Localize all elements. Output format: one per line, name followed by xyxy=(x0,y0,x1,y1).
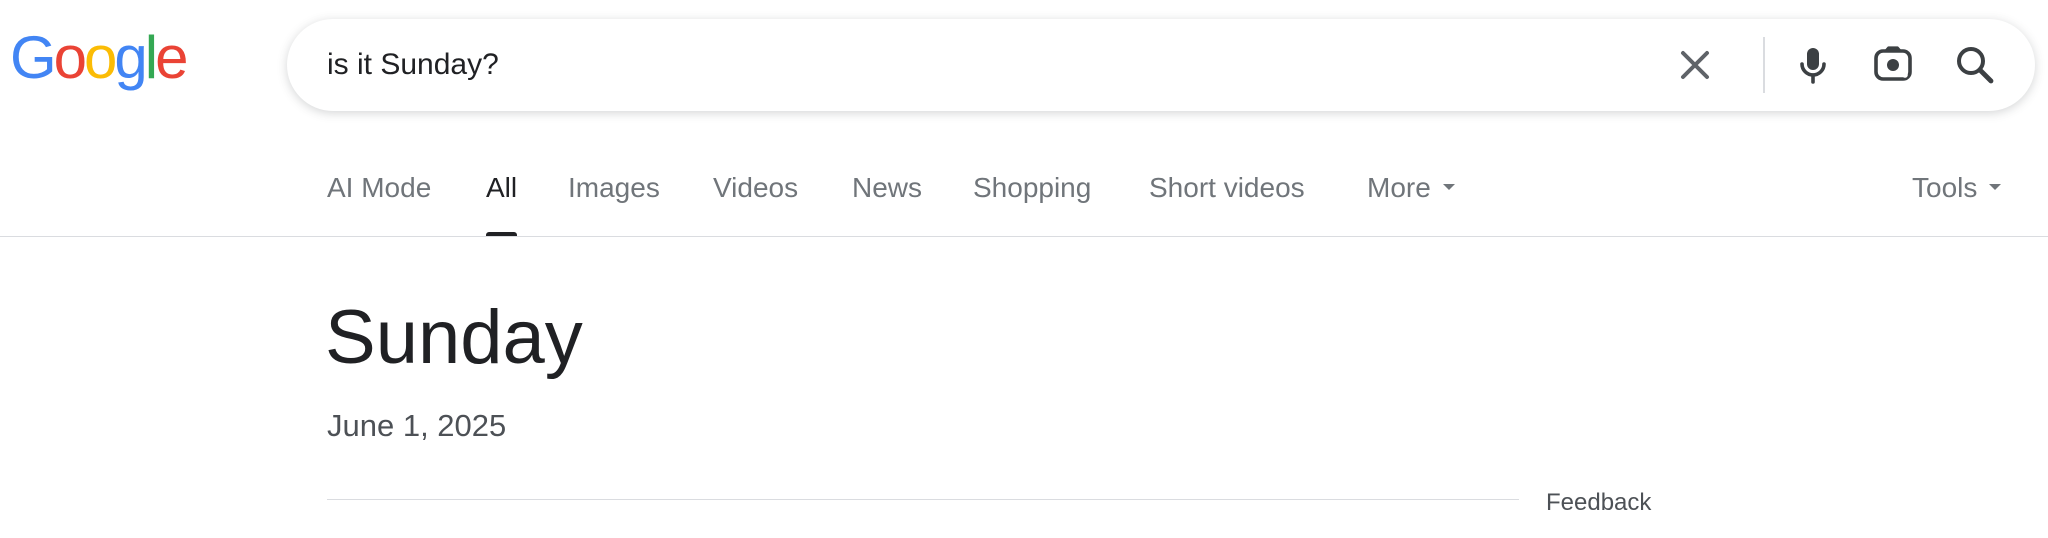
tab-label: More xyxy=(1367,172,1431,203)
answer-title: Sunday xyxy=(325,295,583,380)
tab-more[interactable]: More xyxy=(1367,172,1455,237)
logo-letter: e xyxy=(155,24,188,91)
feedback-link[interactable]: Feedback xyxy=(1546,489,1651,517)
header: Google xyxy=(0,0,2048,120)
search-tabs: AI Mode All Images Videos News Shopping … xyxy=(0,120,2048,237)
camera-lens-icon[interactable] xyxy=(1869,41,1917,89)
tab-news[interactable]: News xyxy=(852,172,922,237)
result-divider xyxy=(327,499,1519,500)
logo-letter: g xyxy=(114,24,147,91)
tools-label: Tools xyxy=(1912,172,1978,203)
answer-date: June 1, 2025 xyxy=(327,408,507,443)
tab-videos[interactable]: Videos xyxy=(713,172,798,237)
tab-label: Videos xyxy=(713,172,799,203)
tab-label: AI Mode xyxy=(327,172,432,203)
logo-letter: o xyxy=(84,24,117,91)
tab-label: Short videos xyxy=(1149,172,1305,203)
tab-label: Shopping xyxy=(973,172,1092,203)
tab-images[interactable]: Images xyxy=(568,172,660,237)
caret-down-icon xyxy=(1989,183,2002,190)
search-input[interactable] xyxy=(327,19,1627,111)
search-bar xyxy=(287,19,2035,111)
tab-label: Images xyxy=(568,172,660,203)
close-icon[interactable] xyxy=(1671,41,1719,89)
tab-all[interactable]: All xyxy=(486,172,518,237)
google-logo[interactable]: Google xyxy=(10,24,189,91)
header-divider xyxy=(0,236,2048,237)
logo-letter: G xyxy=(10,24,57,91)
tab-ai-mode[interactable]: AI Mode xyxy=(327,172,431,237)
tab-label: All xyxy=(486,172,518,203)
tools-button[interactable]: Tools xyxy=(1912,172,2002,237)
logo-letter: l xyxy=(144,24,158,91)
microphone-icon[interactable] xyxy=(1789,41,1837,89)
caret-down-icon xyxy=(1442,183,1455,190)
tab-short-videos[interactable]: Short videos xyxy=(1149,172,1305,237)
search-icon[interactable] xyxy=(1951,41,1999,89)
search-bar-divider xyxy=(1763,37,1765,93)
logo-letter: o xyxy=(53,24,87,91)
tab-label: News xyxy=(852,172,923,203)
tab-shopping[interactable]: Shopping xyxy=(973,172,1091,237)
